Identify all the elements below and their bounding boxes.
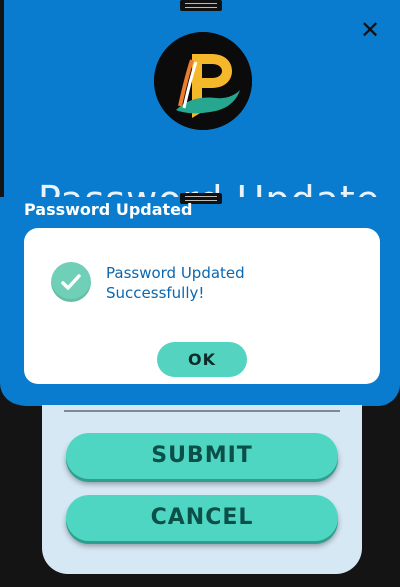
app-logo-graphic [154,32,252,130]
alert-message: Password Updated Successfully! [106,264,245,302]
check-circle-icon [51,262,91,302]
cancel-button[interactable]: CANCEL [66,495,338,541]
checkmark-icon [61,274,81,290]
close-icon[interactable]: ✕ [356,17,384,45]
submit-button[interactable]: SUBMIT [66,433,338,479]
screen: ✕ Password Update SUBMIT CANCEL Password… [0,0,400,587]
alert-title: Password Updated [24,200,193,219]
app-logo [154,32,252,130]
ok-button[interactable]: OK [157,342,247,377]
drag-handle-top[interactable] [180,0,222,11]
input-underline [64,410,340,412]
